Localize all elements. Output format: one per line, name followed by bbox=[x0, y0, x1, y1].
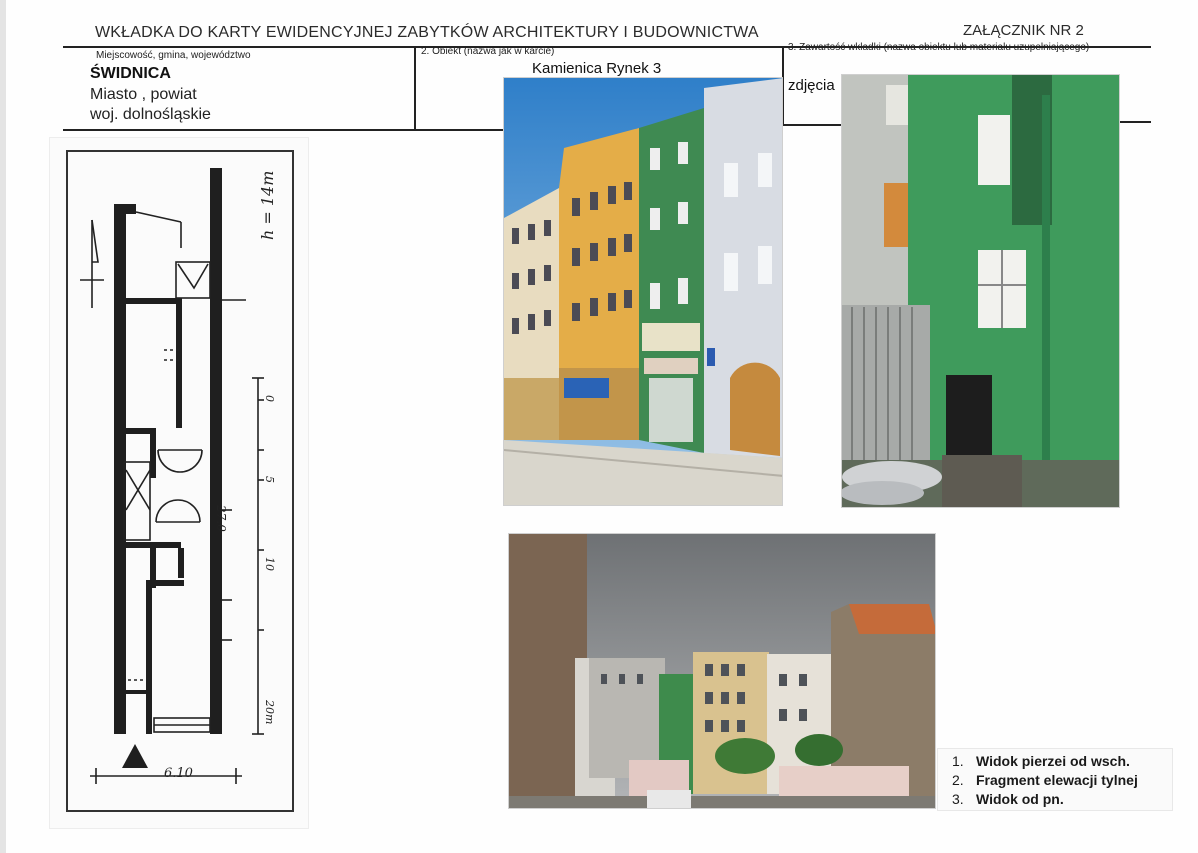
scale-tick-10: 10 bbox=[263, 557, 276, 571]
caption-3: 3. Widok od pn. bbox=[952, 791, 1064, 807]
object-name: Kamienica Rynek 3 bbox=[532, 60, 662, 77]
scale-tick-0: 0 bbox=[263, 395, 276, 402]
plan-width-dimension: 6.10 bbox=[164, 766, 193, 781]
header-bottom-rule-left bbox=[63, 129, 503, 131]
plan-length-dimension: 27.0 bbox=[214, 505, 228, 532]
object-label: 2. Obiekt (nazwa jak w karcie) bbox=[421, 46, 555, 57]
photo-captions: 1. Widok pierzei od wsch. 2. Fragment elew… bbox=[937, 748, 1173, 811]
photo-market-frontage bbox=[503, 77, 783, 506]
annex-number: ZAŁĄCZNIK NR 2 bbox=[963, 22, 1084, 39]
province-name: woj. dolnośląskie bbox=[90, 106, 211, 123]
district-name: Miasto , powiat bbox=[90, 86, 197, 103]
contents-label: 3. Zawartość wkładki (nazwa obiektu lub … bbox=[788, 42, 1090, 53]
caption-1: 1. Widok pierzei od wsch. bbox=[952, 753, 1130, 769]
field-divider-1 bbox=[414, 46, 416, 130]
scale-tick-20: 20m bbox=[263, 700, 276, 725]
scale-tick-5: 5 bbox=[263, 476, 276, 483]
photo-north-view bbox=[508, 533, 936, 809]
document-title: WKŁADKA DO KARTY EWIDENCYJNEJ ZABYTKÓW A… bbox=[95, 24, 759, 41]
contents-value: zdjęcia bbox=[788, 77, 835, 94]
caption-2: 2. Fragment elewacji tylnej bbox=[952, 772, 1138, 788]
plan-height-note: h = 14m bbox=[258, 170, 277, 240]
floor-plan-drawing bbox=[80, 168, 264, 784]
header-mid-rule bbox=[783, 124, 843, 126]
header-bottom-rule-right bbox=[1119, 121, 1151, 123]
section-triangle-icon bbox=[122, 744, 148, 768]
photo-rear-elevation bbox=[841, 74, 1120, 508]
town-name: ŚWIDNICA bbox=[90, 65, 171, 82]
location-label: Miejscowość, gmina, województwo bbox=[96, 50, 251, 61]
